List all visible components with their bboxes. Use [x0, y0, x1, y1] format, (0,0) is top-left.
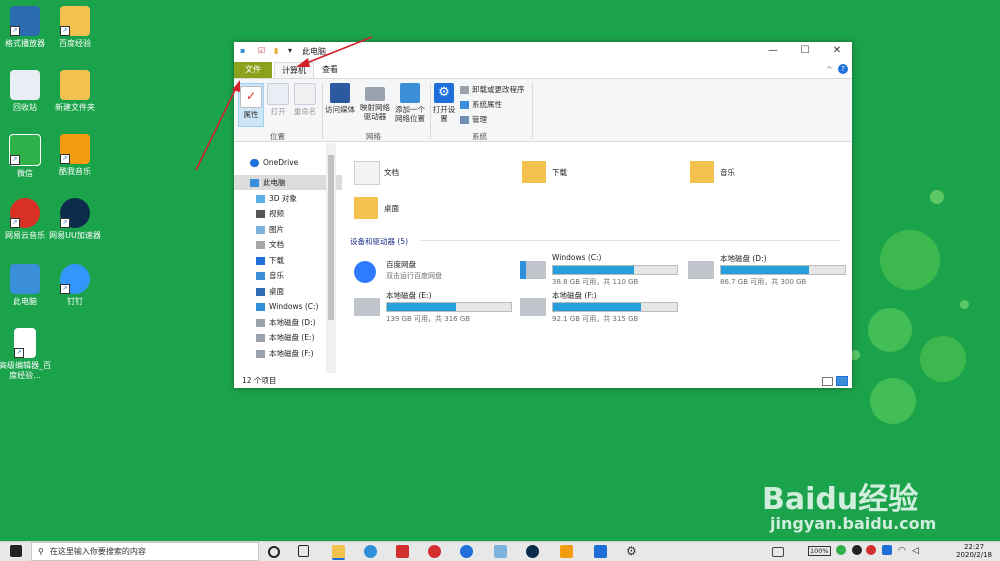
- arrow-head: [232, 80, 240, 92]
- arrow-head: [296, 58, 310, 67]
- tray-icon[interactable]: [882, 545, 892, 555]
- taskbar-search-box[interactable]: ⚲ 在这里输入你要搜索的内容: [31, 542, 259, 561]
- clock-app-icon[interactable]: [364, 545, 377, 558]
- watermark-url: jingyan.baidu.com: [770, 514, 937, 533]
- uu-booster-taskbar-icon[interactable]: [526, 545, 539, 558]
- battery-indicator[interactable]: 100%: [808, 546, 831, 556]
- edge-icon[interactable]: [460, 545, 473, 558]
- tray-icon[interactable]: [836, 545, 846, 555]
- keyboard-icon[interactable]: [772, 547, 784, 557]
- cortana-icon[interactable]: [268, 546, 280, 558]
- app-icon[interactable]: [560, 545, 573, 558]
- watermark-title: Baidu经验: [762, 482, 919, 517]
- clock[interactable]: 22:27 2020/2/18: [956, 543, 992, 559]
- wifi-icon[interactable]: ◠: [898, 545, 911, 558]
- qq-icon[interactable]: [852, 545, 862, 555]
- volume-icon[interactable]: ◁: [912, 545, 925, 558]
- app-icon[interactable]: [494, 545, 507, 558]
- task-view-icon[interactable]: [298, 545, 309, 557]
- phone-app-icon[interactable]: [594, 545, 607, 558]
- tray-icon[interactable]: [866, 545, 876, 555]
- taskbar: ⚲ 在这里输入你要搜索的内容 ⚙ 100% ◠ ◁ 22:27 2020/2/18: [0, 541, 1000, 561]
- file-explorer-taskbar-icon[interactable]: [332, 545, 345, 560]
- arrow-to-properties: [195, 87, 237, 171]
- office-icon[interactable]: [396, 545, 409, 558]
- search-icon: ⚲: [38, 547, 44, 556]
- browser-e-icon[interactable]: [428, 545, 441, 558]
- windows-start-icon[interactable]: [10, 545, 22, 557]
- arrow-to-computer-tab: [303, 36, 373, 65]
- settings-gear-icon[interactable]: ⚙: [626, 545, 639, 558]
